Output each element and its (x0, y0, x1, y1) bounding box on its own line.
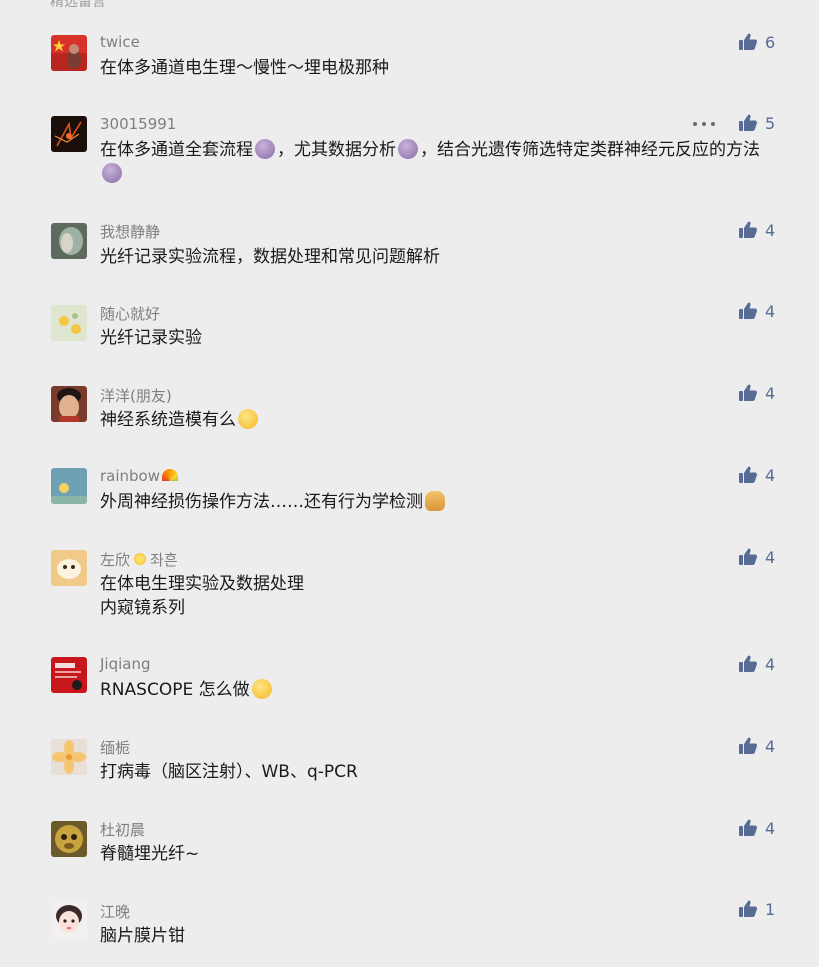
thumbs-up-icon (739, 655, 757, 672)
emoji-icon (425, 491, 445, 511)
avatar[interactable] (51, 821, 87, 857)
like-count: 4 (765, 220, 776, 240)
comment-text: 外周神经损伤操作方法……还有行为学检测 (100, 490, 760, 514)
like-button[interactable]: 6 (738, 31, 775, 53)
like-count: 4 (765, 654, 776, 674)
avatar[interactable] (51, 386, 87, 422)
like-count: 4 (765, 301, 776, 321)
thumbs-up-icon (739, 466, 757, 483)
like-button[interactable]: 4 (738, 735, 775, 757)
emoji-icon (398, 139, 418, 159)
thumbs-up-icon (739, 114, 757, 131)
avatar[interactable] (51, 550, 87, 586)
like-button[interactable]: 4 (738, 817, 775, 839)
avatar[interactable] (51, 305, 87, 341)
avatar[interactable] (51, 468, 87, 504)
like-count: 4 (765, 547, 776, 567)
like-button[interactable]: 1 (738, 898, 775, 920)
section-header: 精选留言 (50, 0, 106, 10)
thumbs-up-icon (739, 819, 757, 836)
more-dots-icon[interactable] (693, 113, 715, 135)
comment-nickname: Jiqiang (100, 655, 151, 673)
like-button[interactable]: 4 (738, 382, 775, 404)
like-button[interactable]: 4 (738, 219, 775, 241)
avatar[interactable] (51, 902, 87, 938)
like-button[interactable]: 4 (738, 300, 775, 322)
like-count: 4 (765, 818, 776, 838)
like-count: 4 (765, 736, 776, 756)
comment-text: 在体多通道全套流程 ，尤其数据分析 ，结合光遗传筛选特定类群神经元反应的方法 (100, 138, 760, 186)
thumbs-up-icon (739, 221, 757, 238)
like-button[interactable]: 5 (738, 112, 775, 134)
thumbs-up-icon (739, 302, 757, 319)
like-button[interactable]: 4 (738, 653, 775, 675)
like-count: 4 (765, 383, 776, 403)
avatar[interactable] (51, 35, 87, 71)
comment-nickname: 江晚 (100, 903, 131, 921)
comment-nickname: 30015991 (100, 115, 177, 133)
thumbs-up-icon (739, 737, 757, 754)
comment-text: 光纤记录实验 (100, 328, 202, 348)
avatar[interactable] (51, 116, 87, 152)
comment-text: 神经系统造模有么 (100, 408, 760, 432)
emoji-icon (102, 163, 122, 183)
sun-icon (133, 552, 148, 566)
comments-page: 精选留言 twice 在体多通道电生理～慢性～埋电极那种 6 30015991 … (0, 0, 819, 967)
comment-text: RNASCOPE 怎么做 (100, 678, 760, 702)
comment-text: 在体多通道电生理～慢性～埋电极那种 (100, 58, 389, 78)
comment-text: 脊髓埋光纤~ (100, 844, 200, 864)
avatar[interactable] (51, 223, 87, 259)
avatar[interactable] (51, 739, 87, 775)
comment-nickname: 左欣 좌흔 (100, 551, 178, 569)
comment-text: 在体电生理实验及数据处理 内窥镜系列 (100, 574, 304, 618)
thumbs-up-icon (739, 900, 757, 917)
like-count: 1 (765, 899, 776, 919)
comment-text: 打病毒（脑区注射）、WB、q-PCR (100, 762, 358, 782)
emoji-icon (238, 409, 258, 429)
comment-text: 脑片膜片钳 (100, 926, 185, 946)
thumbs-up-icon (739, 33, 757, 50)
thumbs-up-icon (739, 548, 757, 565)
comment-nickname: 随心就好 (100, 305, 161, 323)
comment-nickname: 我想静静 (100, 223, 161, 241)
emoji-icon (251, 679, 272, 699)
like-count: 5 (765, 113, 776, 133)
comment-nickname: rainbow (100, 467, 178, 485)
rainbow-icon (162, 469, 178, 481)
avatar[interactable] (51, 657, 87, 693)
comment-nickname: 缅栀 (100, 739, 131, 757)
like-count: 4 (765, 465, 776, 485)
like-count: 6 (765, 32, 776, 52)
comment-nickname: 洋洋(朋友) (100, 387, 172, 405)
comment-nickname: twice (100, 33, 140, 51)
comment-nickname: 杜初晨 (100, 821, 146, 839)
thumbs-up-icon (739, 384, 757, 401)
like-button[interactable]: 4 (738, 546, 775, 568)
comment-text: 光纤记录实验流程，数据处理和常见问题解析 (100, 247, 440, 267)
like-button[interactable]: 4 (738, 464, 775, 486)
emoji-icon (255, 139, 275, 159)
